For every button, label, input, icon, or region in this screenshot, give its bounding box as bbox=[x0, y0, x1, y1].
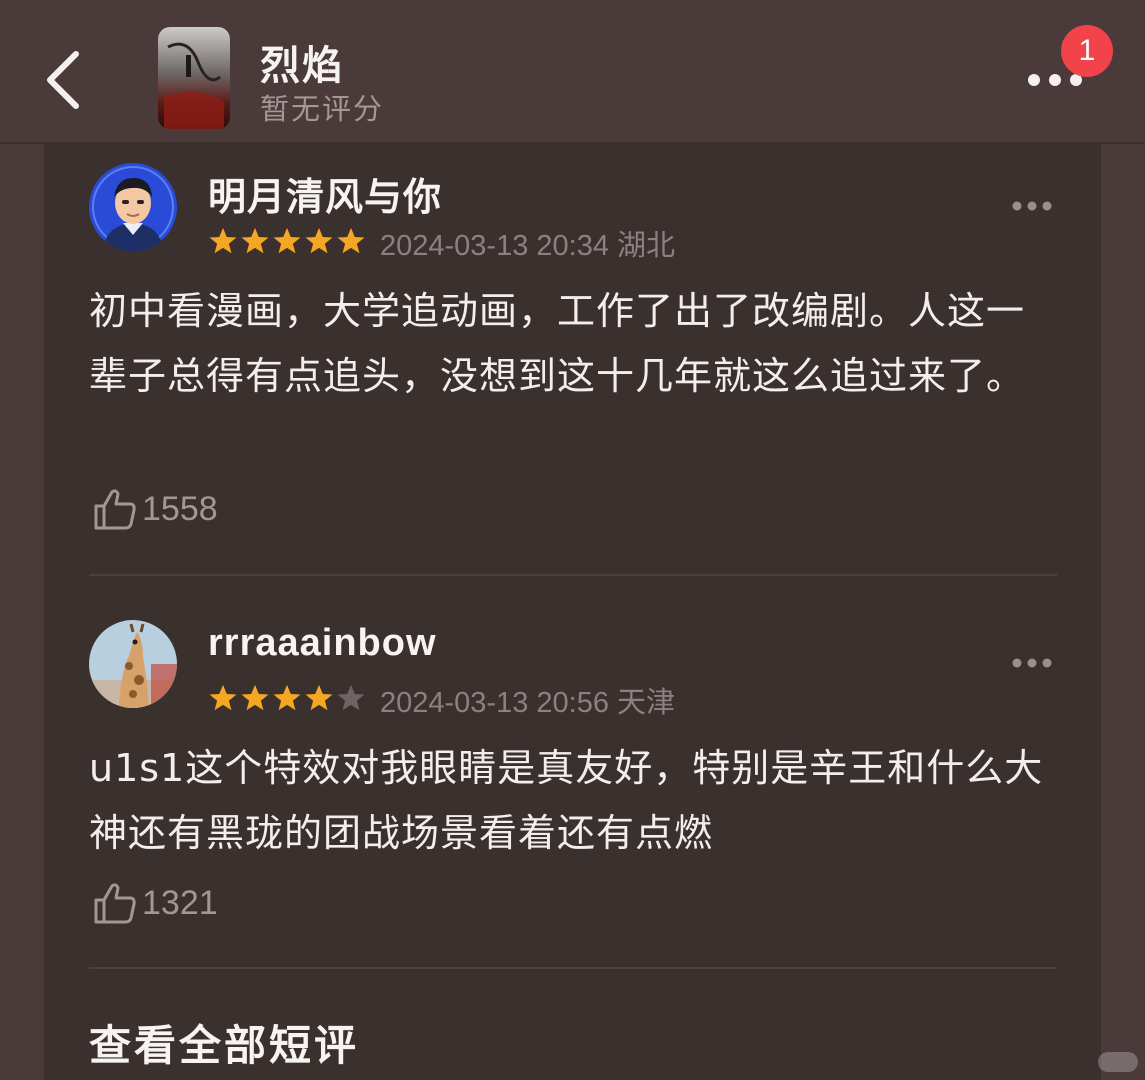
star-icon bbox=[305, 684, 333, 711]
rating-stars bbox=[208, 683, 368, 713]
show-title: 烈焰 bbox=[260, 43, 344, 89]
star-icon bbox=[209, 684, 237, 711]
avatar[interactable] bbox=[89, 620, 177, 708]
divider bbox=[89, 574, 1057, 576]
review-meta: 2024-03-13 20:56 天津 bbox=[380, 687, 676, 719]
notification-badge: 1 bbox=[1061, 25, 1113, 77]
see-all-reviews-link[interactable]: 查看全部短评 bbox=[89, 1012, 359, 1073]
review-meta: 2024-03-13 20:34 湖北 bbox=[380, 230, 676, 262]
review-text: u1s1这个特效对我眼睛是真友好，特别是辛王和什么大神还有黑珑的团战场景看着还有… bbox=[89, 746, 1044, 855]
like-button[interactable]: 1558 bbox=[92, 486, 218, 532]
poster-image bbox=[158, 27, 230, 129]
star-icon bbox=[273, 684, 301, 711]
watermark bbox=[1098, 1052, 1138, 1072]
username[interactable]: rrraaainbow bbox=[208, 622, 437, 665]
star-icon bbox=[273, 227, 301, 254]
thumbs-up-icon bbox=[94, 489, 136, 530]
rating-status: 暂无评分 bbox=[260, 92, 385, 126]
review-more-button[interactable] bbox=[1007, 648, 1057, 678]
star-icon bbox=[241, 684, 269, 711]
star-icon bbox=[209, 227, 237, 254]
star-icon bbox=[337, 684, 365, 711]
like-button[interactable]: 1321 bbox=[92, 880, 218, 926]
top-bar: 烈焰 暂无评分 1 bbox=[0, 0, 1145, 144]
chevron-left-icon bbox=[47, 51, 79, 109]
avatar[interactable] bbox=[89, 163, 177, 251]
star-icon bbox=[337, 227, 365, 254]
thumbs-up-icon bbox=[94, 883, 136, 924]
rating-stars bbox=[208, 226, 368, 256]
show-poster[interactable] bbox=[158, 27, 230, 129]
avatar-image bbox=[89, 620, 177, 708]
divider bbox=[89, 967, 1057, 969]
username[interactable]: 明月清风与你 bbox=[208, 166, 442, 221]
review-more-button[interactable] bbox=[1007, 191, 1057, 221]
like-count: 1558 bbox=[142, 489, 218, 528]
review-text: 初中看漫画，大学追动画，工作了出了改编剧。人这一辈子总得有点追头，没想到这十几年… bbox=[89, 289, 1026, 398]
like-count: 1321 bbox=[142, 883, 218, 922]
more-horizontal-icon bbox=[1012, 658, 1052, 668]
star-icon bbox=[241, 227, 269, 254]
more-horizontal-icon bbox=[1012, 201, 1052, 211]
avatar-image bbox=[89, 163, 177, 251]
star-icon bbox=[305, 227, 333, 254]
back-button[interactable] bbox=[30, 40, 100, 120]
short-reviews-panel: 明月清风与你 2024-03-13 20:34 湖北 初中看漫画，大学追动画，工… bbox=[44, 144, 1101, 1080]
